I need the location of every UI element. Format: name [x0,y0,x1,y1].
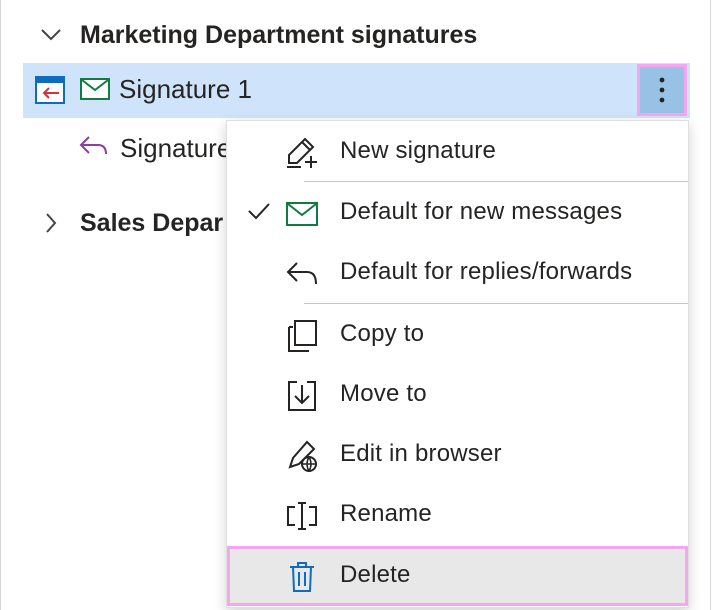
mail-icon [285,197,319,231]
chevron-right-icon [38,210,64,236]
edit-in-browser-icon [285,439,319,473]
signature-context-menu: New signature Default for new messages D… [226,120,689,608]
trash-icon [285,560,319,594]
move-to-icon [285,379,319,413]
menu-item-delete[interactable]: Delete [227,546,688,606]
copy-to-icon [285,319,319,353]
default-signature-icon [35,76,65,109]
reply-icon [78,134,108,163]
group-label: Marketing Department signatures [80,20,478,49]
mail-icon [80,78,110,105]
checkmark-icon [247,201,271,226]
signature-row-selected[interactable]: Signature 1 [23,63,690,118]
panel-left-border [0,0,1,610]
group-label: Sales Depar [80,208,224,237]
signatures-panel: Marketing Department signatures Signatur… [0,0,712,610]
signature-name: Signature [120,132,232,163]
group-header-marketing[interactable]: Marketing Department signatures [38,18,477,52]
chevron-down-icon [38,22,64,48]
menu-item-label: Move to [340,380,427,407]
more-vertical-icon [659,77,665,103]
menu-separator [304,181,688,182]
menu-item-copy-to[interactable]: Copy to [227,305,690,365]
menu-item-label: Default for new messages [340,198,623,225]
menu-item-label: Edit in browser [340,440,502,467]
menu-item-rename[interactable]: Rename [227,485,690,545]
group-header-sales[interactable]: Sales Depar [38,206,223,240]
rename-icon [285,499,319,533]
menu-item-move-to[interactable]: Move to [227,365,690,425]
menu-item-new-signature[interactable]: New signature [227,122,690,182]
menu-item-label: Copy to [340,320,425,347]
reply-icon [285,257,319,291]
menu-item-default-replies[interactable]: Default for replies/forwards [227,243,690,303]
menu-item-label: New signature [340,137,497,164]
menu-item-default-new[interactable]: Default for new messages [227,183,690,243]
menu-item-label: Default for replies/forwards [340,258,633,285]
menu-separator [304,303,688,304]
panel-right-border [710,0,711,610]
signature-row[interactable]: Signature [78,130,231,166]
menu-item-label: Delete [340,561,411,588]
menu-item-edit-in-browser[interactable]: Edit in browser [227,425,690,485]
new-signature-icon [285,136,319,170]
menu-item-label: Rename [340,500,432,527]
more-options-button[interactable] [637,64,687,116]
signature-name: Signature 1 [119,74,252,104]
